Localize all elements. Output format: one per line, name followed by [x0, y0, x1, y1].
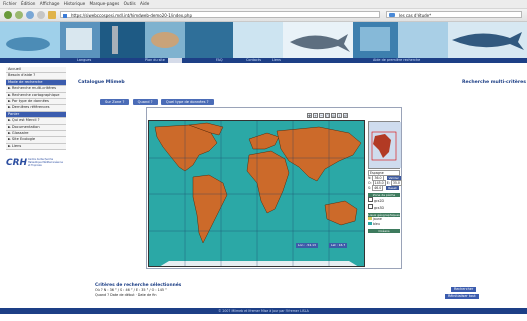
section-oceans[interactable]: Océans: [368, 229, 400, 233]
legend-item-1: gcs2D: [374, 199, 384, 203]
criteria-tabs: Sur Zone ? Quand ? Quel type de données …: [100, 99, 216, 105]
tab-quand[interactable]: Quand ?: [132, 99, 158, 105]
sidebar: Accueil Besoin d'aide ? Mode de recherch…: [6, 67, 66, 180]
zoom-out-icon[interactable]: −: [319, 113, 324, 118]
n-label: N:: [368, 176, 372, 180]
info-icon[interactable]: i: [337, 113, 342, 118]
forward-icon[interactable]: [15, 11, 23, 19]
overview-map-svg: [369, 122, 401, 168]
e-label: E:: [386, 181, 390, 185]
refresh-icon[interactable]: ↺: [343, 113, 348, 118]
coord-lat: Lat : 16.7: [329, 243, 348, 248]
nav-plan-du-site[interactable]: Plan du site: [145, 58, 165, 63]
criteria-when: Quand ? Date de début · Date de fin: [95, 293, 157, 297]
nav-selected-marker: [168, 58, 182, 63]
legend-row-4: bleu: [368, 222, 400, 227]
menu-affichage[interactable]: Affichage: [40, 0, 60, 8]
mode-title: Recherche multi-critères: [462, 80, 527, 85]
reset-button[interactable]: Reset: [386, 186, 399, 190]
search-input[interactable]: les cas d'étude*: [386, 11, 522, 18]
nav-faq[interactable]: FAQ: [216, 58, 223, 63]
s-input[interactable]: 46.0: [372, 185, 384, 191]
browser-menubar: Fichier Édition Affichage Historique Mar…: [0, 0, 527, 9]
legend-row-1: gcs2D: [368, 197, 400, 204]
select-icon[interactable]: ▢: [325, 113, 330, 118]
legend-item-4: bleu: [373, 222, 380, 226]
rechercher-button[interactable]: Rechercher: [451, 287, 477, 292]
menu-marque-pages[interactable]: Marque-pages: [89, 0, 119, 8]
nav-aide[interactable]: Aide de première recherche: [373, 58, 420, 63]
crh-logo: CRH Centre de Recherche Halieutique Médi…: [6, 158, 66, 180]
home-icon[interactable]: [48, 11, 56, 19]
coord-lon: Lon : -54.13: [296, 243, 318, 248]
site-favicon-icon: [63, 13, 67, 18]
menu-historique[interactable]: Historique: [64, 0, 85, 8]
zoom-extent-icon[interactable]: ◎: [331, 113, 336, 118]
menu-aide[interactable]: Aide: [140, 0, 149, 8]
site-banner: [0, 22, 527, 58]
nav-liens[interactable]: Liens: [272, 58, 281, 63]
browser-navbar: https://siwebccospesi.mdl.int/himdweb-de…: [0, 9, 527, 22]
crh-logo-sub: Centre de Recherche Halieutique Méditerr…: [28, 158, 63, 168]
checkbox-icon[interactable]: [368, 197, 373, 202]
footer-text: © 2007 Mlimeb et Ifremer Mise à jour par…: [218, 309, 309, 313]
s-label: S:: [368, 186, 372, 190]
checkbox-icon[interactable]: [368, 204, 373, 209]
tab-type-donnees[interactable]: Quel type de données ?: [160, 99, 214, 105]
tab-zone[interactable]: Sur Zone ?: [100, 99, 130, 105]
page-title: Catalogue Mlimeb: [78, 80, 125, 85]
map-toolbar: ✥ + − ▢ ◎ i ↺: [307, 113, 349, 119]
search-engine-icon[interactable]: [389, 13, 395, 17]
address-bar[interactable]: https://siwebccospesi.mdl.int/himdweb-de…: [60, 11, 380, 18]
w-label: O:: [368, 181, 372, 185]
url-text: https://siwebccospesi.mdl.int/himdweb-de…: [71, 13, 192, 18]
menu-edition[interactable]: Édition: [21, 0, 36, 8]
selected-criteria: Critères de recherche sélectionnés Où ? …: [95, 283, 181, 298]
reinitialiser-button[interactable]: Réinitialiser tout: [445, 294, 479, 299]
menu-fichier[interactable]: Fichier: [3, 0, 17, 8]
stop-icon[interactable]: [37, 11, 45, 19]
banner-photos: [0, 22, 527, 58]
legend-swatch: [368, 217, 372, 220]
overview-map[interactable]: [368, 121, 401, 169]
site-footer: © 2007 Mlimeb et Ifremer Mise à jour par…: [0, 308, 527, 314]
nav-contacts[interactable]: Contacts: [246, 58, 261, 63]
legend-swatch: [368, 222, 372, 225]
coords-row-s: S: 46.0 Reset: [368, 185, 400, 191]
zoom-in-icon[interactable]: +: [313, 113, 318, 118]
reload-icon[interactable]: [26, 11, 34, 19]
nav-langues[interactable]: Langues: [77, 58, 91, 63]
back-icon[interactable]: [4, 11, 12, 19]
world-map[interactable]: Lon : -54.13 Lat : 16.7: [148, 120, 365, 267]
pan-icon[interactable]: ✥: [307, 113, 312, 118]
legend-item-3: jaune: [373, 217, 382, 221]
search-value: les cas d'étude*: [399, 13, 432, 18]
legend-item-2: gcs3D: [374, 206, 384, 210]
site-top-nav: Langues Plan du site FAQ Contacts Liens …: [0, 58, 527, 63]
map-side-panel: Espagne N: 36.0 Valider O: 145.0 E: 35.0…: [368, 121, 402, 233]
legend-row-2: gcs3D: [368, 204, 400, 211]
sidebar-item-liens[interactable]: ► Liens: [6, 143, 66, 151]
menu-outils[interactable]: Outils: [124, 0, 136, 8]
